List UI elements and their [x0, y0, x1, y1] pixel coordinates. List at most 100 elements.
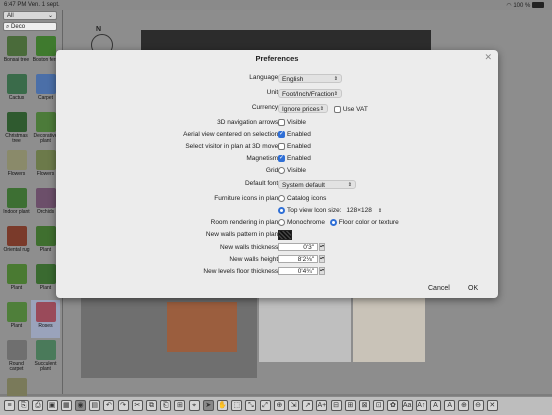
toolbar-button[interactable]: ⊕ [273, 400, 285, 411]
toolbar-button[interactable]: ▣ [46, 400, 58, 411]
catalog-item-thumbnail [6, 188, 27, 208]
icon-size-select[interactable]: 128×128 ⇕ [343, 206, 385, 215]
toolbar-button[interactable]: ≡ [4, 400, 15, 411]
catalog-item-thumbnail [35, 36, 56, 56]
walls-pattern-swatch[interactable] [278, 230, 292, 240]
catalog-item-thumbnail [35, 302, 56, 322]
catalog-item-thumbnail [35, 226, 56, 246]
catalog-item[interactable]: Succulent plant [31, 338, 60, 376]
floor-thickness-input[interactable]: 0'4¾" [278, 267, 318, 275]
toolbar-button[interactable]: ⊡ [373, 400, 385, 411]
toolbar-button[interactable]: ✂ [131, 400, 143, 411]
toolbar-button[interactable]: ⎘ [18, 400, 30, 411]
currency-select[interactable]: Ignore prices ⇕ [278, 104, 328, 113]
walls-height-stepper[interactable]: ▴▾ [319, 255, 325, 263]
toolbar-button[interactable]: ✿ [387, 400, 399, 411]
monochrome-radio[interactable] [278, 219, 285, 226]
catalog-item[interactable]: Plant [2, 300, 31, 338]
toolbar-button[interactable]: Aa [401, 400, 413, 411]
catalog-item-thumbnail [35, 188, 56, 208]
walls-height-input[interactable]: 8'2⅛" [278, 255, 318, 263]
catalog-item[interactable]: Bonsai tree [2, 34, 31, 72]
magnetism-checkbox[interactable]: ✓ [278, 155, 285, 162]
floor-thickness-stepper[interactable]: ▴▾ [319, 267, 325, 275]
toolbar-button[interactable]: ⬚ [231, 400, 243, 411]
toolbar-button[interactable]: ▤ [89, 400, 101, 411]
vat-checkbox[interactable] [333, 105, 341, 113]
toolbar-button[interactable]: ↶ [103, 400, 115, 411]
category-select[interactable]: All ⌄ [3, 11, 57, 20]
toolbar-button[interactable]: ⤡ [245, 400, 257, 411]
visitor-checkbox[interactable] [278, 143, 285, 150]
toolbar-button[interactable]: ⎙ [32, 400, 44, 411]
catalog-item-label: Flowers [7, 171, 26, 177]
catalog-item-label: Bonsai tree [3, 57, 30, 63]
toolbar-button[interactable]: ⌖ [188, 400, 200, 411]
toolbar-button[interactable]: ⧉ [146, 400, 157, 411]
room-render-label: Room rendering in plan: [210, 219, 280, 226]
toolbar-button[interactable]: ⎗ [160, 400, 172, 411]
catalog-item-thumbnail [35, 264, 56, 284]
catalog-item[interactable]: Roses [31, 300, 60, 338]
toolbar-button[interactable]: ⊞ [344, 400, 356, 411]
close-icon[interactable]: ✕ [484, 52, 492, 63]
toolbar-button[interactable]: A [444, 400, 456, 411]
toolbar-button[interactable]: ↷ [117, 400, 129, 411]
floor-wood [167, 302, 237, 352]
catalog-item-label: Oriental rug [3, 247, 30, 253]
catalog-item-thumbnail [35, 150, 56, 170]
catalog-item[interactable]: Oriental rug [2, 224, 31, 262]
walls-thickness-input[interactable]: 0'3" [278, 243, 318, 251]
catalog-item[interactable]: Cactus [2, 72, 31, 110]
toolbar-button[interactable]: ⤢ [259, 400, 271, 411]
floor-color-radio[interactable] [329, 219, 337, 226]
toolbar-button[interactable]: A+ [316, 400, 328, 411]
chevron-updown-icon: ⇕ [377, 208, 383, 214]
catalog-search-input[interactable]: ⌕ Deco [3, 22, 57, 31]
top-view-radio[interactable] [278, 206, 285, 214]
toolbar-button[interactable]: ⊟ [330, 400, 342, 411]
language-select[interactable]: English ⇕ [278, 74, 342, 83]
toolbar-button[interactable]: ➤ [202, 400, 214, 411]
toolbar-button[interactable]: ✕ [486, 400, 498, 411]
font-label: Default font: [244, 180, 280, 187]
catalog-item-thumbnail [6, 378, 27, 398]
toolbar-button[interactable]: ↗ [302, 400, 314, 411]
catalog-item[interactable]: Christmas tree [2, 110, 31, 148]
battery-percent: 100 % [513, 3, 531, 9]
battery-icon [532, 2, 544, 9]
catalog-item-label: Cactus [8, 95, 25, 101]
compass-north-label: N [96, 26, 102, 33]
catalog-item[interactable]: Flowers [2, 148, 31, 186]
ok-button[interactable]: OK [468, 285, 478, 292]
toolbar-button[interactable]: ◉ [75, 400, 86, 411]
toolbar-button[interactable]: ⊠ [359, 400, 370, 411]
toolbar-button[interactable]: A↑ [415, 400, 427, 411]
toolbar-button[interactable]: ✋ [217, 400, 228, 411]
nav-arrows-checkbox[interactable] [278, 119, 285, 126]
font-select[interactable]: System default ⇕ [278, 180, 356, 189]
currency-label: Currency: [251, 104, 280, 111]
toolbar-button[interactable]: ⇲ [288, 400, 299, 411]
toolbar-button[interactable]: A [430, 400, 441, 411]
vat-label: Use VAT [342, 106, 368, 113]
aerial-checkbox[interactable]: ✓ [278, 131, 285, 138]
toolbar-button[interactable]: ⊖ [472, 400, 484, 411]
grid-checkbox[interactable] [278, 167, 285, 174]
catalog-grid: Bonsai tree Boston fern Cactus Carpet Christ… [2, 34, 60, 414]
chevron-updown-icon: ⇕ [319, 106, 324, 112]
toolbar-button[interactable]: ▦ [60, 400, 72, 411]
furniture-icons-label: Furniture icons in plan: [214, 195, 280, 202]
cancel-button[interactable]: Cancel [428, 285, 450, 292]
status-bar: 6:47 PM Ven. 1 sept. ◠ 100 % [0, 0, 552, 10]
unit-select[interactable]: Foot/Inch/Fraction ⇕ [278, 89, 342, 98]
toolbar-button[interactable]: ⊞ [174, 400, 186, 411]
catalog-icons-radio[interactable] [278, 195, 285, 202]
catalog-item-label: Roses [38, 323, 53, 329]
toolbar-button[interactable]: ⊕ [458, 400, 470, 411]
catalog-item[interactable]: Round carpet [2, 338, 31, 376]
catalog-item[interactable]: Indoor plant [2, 186, 31, 224]
catalog-item-thumbnail [6, 112, 27, 132]
walls-thickness-stepper[interactable]: ▴▾ [319, 243, 325, 251]
catalog-item[interactable]: Plant [2, 262, 31, 300]
